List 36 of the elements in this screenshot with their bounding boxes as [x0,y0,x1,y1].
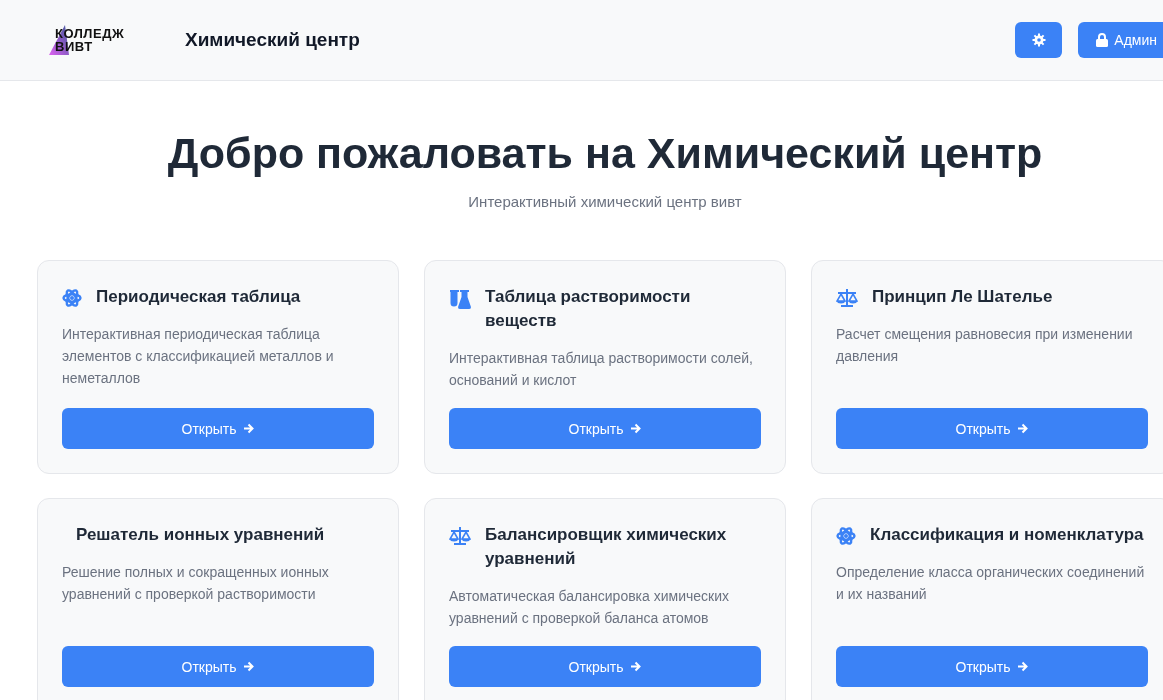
card-description: Интерактивная периодическая таблица элементов с классификацией металлов и неметаллов [62,325,335,388]
arrow-right-icon [630,661,642,672]
card-description: Определение класса органических соединений и их названий [836,563,1146,604]
card-description: Решение полных и сокращенных ионных уравнений с проверкой растворимости [62,563,330,604]
lock-icon [1096,33,1109,47]
scales-icon [836,288,858,308]
arrow-right-icon [243,423,255,434]
site-title: Химический центр [185,29,360,51]
card-description: Интерактивная таблица растворимости солей, оснований и кислот [449,349,754,390]
open-button[interactable]: Открыть [449,408,761,449]
card-title: Периодическая таблица [96,286,301,308]
card-title: Принцип Ле Шателье [872,286,1053,308]
settings-icon [1031,33,1046,47]
settings-button[interactable] [1015,22,1063,58]
open-button[interactable]: Открыть [62,646,374,687]
arrow-right-icon [630,423,642,434]
card-title: Таблица растворимости веществ [485,286,692,332]
open-button[interactable]: Открыть [836,646,1148,687]
open-button[interactable]: Открыть [836,408,1148,449]
card-description: Расчет смещения равновесия при изменении давления [836,325,1134,366]
page-heading: Добро пожаловать на Химический центр [167,128,1043,179]
scales-icon [449,526,471,546]
flasks-icon [449,288,471,310]
page-subtitle: Интерактивный химический центр вивт [468,193,742,210]
arrow-right-icon [243,661,255,672]
card-title: Решатель ионных уравнений [76,524,325,546]
card-description: Автоматическая балансировка химических уравнений с проверкой баланса атомов [449,587,730,628]
atom-icon [836,526,856,546]
card-title: Классификация и номенклатура [870,524,1144,546]
card-title: Балансировщик химических уравнений [485,524,728,570]
atom-icon [62,288,82,308]
arrow-right-icon [1017,661,1029,672]
open-button[interactable]: Открыть [449,646,761,687]
open-button[interactable]: Открыть [62,408,374,449]
admin-button[interactable]: Админ [1078,22,1163,58]
arrow-right-icon [1017,423,1029,434]
